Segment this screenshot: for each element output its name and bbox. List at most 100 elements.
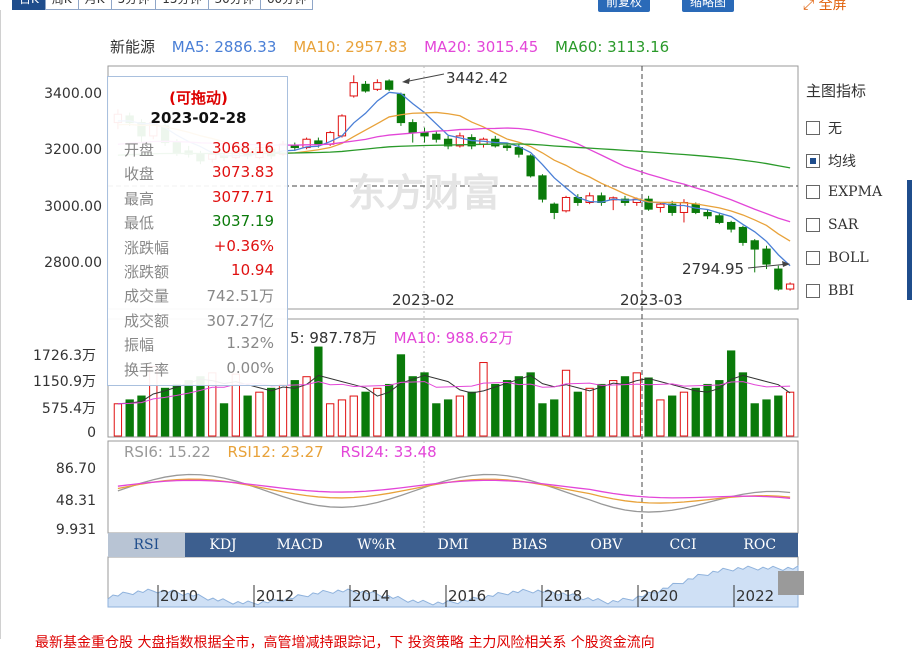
indicator-tab-obv[interactable]: OBV xyxy=(568,533,645,557)
volume-bar xyxy=(443,399,453,437)
volume-bar xyxy=(455,395,465,437)
rsi-tick-mid: 48.31 xyxy=(55,493,96,509)
candle-body xyxy=(785,283,795,290)
indicator-option-4[interactable]: BOLL xyxy=(806,250,869,266)
volume-legend: 5: 987.78万 MA10: 988.62万 xyxy=(290,327,513,348)
indicator-tab-dmi[interactable]: DMI xyxy=(415,533,492,557)
indicator-tab-rsi[interactable]: RSI xyxy=(108,533,185,557)
volume-bar xyxy=(585,387,594,437)
indicator-option-2[interactable]: EXPMA xyxy=(806,184,882,200)
candle-body xyxy=(550,203,559,213)
indicator-option-5[interactable]: BBI xyxy=(806,283,854,299)
tooltip-key: 收盘 xyxy=(124,165,155,184)
indicator-tab-kdj[interactable]: KDJ xyxy=(185,533,262,557)
rsi-tick-low: 9.931 xyxy=(55,522,96,538)
vol-tick-1: 1726.3万 xyxy=(33,348,96,364)
volume-bar xyxy=(726,350,736,437)
candle-body xyxy=(526,155,535,177)
indicator-tab-bias[interactable]: BIAS xyxy=(491,533,568,557)
volume-bar xyxy=(679,391,689,437)
volume-bar xyxy=(432,403,441,437)
tooltip-value: 307.27亿 xyxy=(206,311,275,330)
rsi-tick-high: 86.70 xyxy=(55,461,96,477)
volume-bar xyxy=(125,399,134,437)
low-arrow xyxy=(747,263,789,269)
checkbox-icon xyxy=(806,251,820,265)
navigator-year: 2012 xyxy=(256,587,295,605)
volume-bar xyxy=(243,395,252,437)
volume-bar xyxy=(785,391,795,437)
indicator-option-0[interactable]: 无 xyxy=(806,118,842,138)
indicator-tab-wrr[interactable]: W%R xyxy=(338,533,415,557)
volume-bar xyxy=(172,383,182,437)
volume-bar xyxy=(762,399,771,437)
tooltip-key: 成交额 xyxy=(124,311,170,330)
candle-body xyxy=(361,83,370,92)
indicator-tab-macd[interactable]: MACD xyxy=(261,533,338,557)
candle-body xyxy=(715,215,724,223)
vol-tick-0: 0 xyxy=(87,425,96,441)
volume-bar xyxy=(278,383,288,437)
volume-bar xyxy=(597,383,606,437)
high-arrow-head xyxy=(402,78,410,84)
navigator-year: 2020 xyxy=(640,587,679,605)
volume-bar xyxy=(644,377,653,437)
volume-bar xyxy=(502,380,512,437)
indicator-tab-roc[interactable]: ROC xyxy=(721,533,798,557)
volume-bar xyxy=(337,399,347,437)
tooltip-title: (可拖动) xyxy=(169,89,228,107)
volume-bar xyxy=(526,372,535,437)
navigator-handle[interactable] xyxy=(778,571,804,595)
tooltip-value: 742.51万 xyxy=(206,287,275,306)
candle-body xyxy=(384,80,394,90)
volume-bar xyxy=(774,395,783,437)
checkbox-icon xyxy=(806,154,820,168)
price-tooltip[interactable]: (可拖动) 2023-02-28 开盘 3068.16 收盘 3073.83 最高 307… xyxy=(107,76,288,386)
volume-bar xyxy=(538,403,547,437)
volume-bar xyxy=(691,387,700,437)
candle-body xyxy=(432,133,441,140)
vol-tick-2: 1150.9万 xyxy=(33,374,96,390)
volume-bar xyxy=(632,372,641,437)
indicator-option-label: 无 xyxy=(828,121,842,137)
candle-body xyxy=(774,268,783,290)
tooltip-key: 换手率 xyxy=(124,360,170,379)
tooltip-date: 2023-02-28 xyxy=(150,109,247,127)
tooltip-value: 0.00% xyxy=(226,358,274,377)
candle-body xyxy=(408,122,417,134)
candle-body xyxy=(290,145,299,149)
volume-bar xyxy=(267,387,276,437)
low-annotation: 2794.95 xyxy=(682,260,744,278)
candle-body xyxy=(656,203,665,208)
candle-body xyxy=(373,82,382,90)
candle-body xyxy=(726,221,736,230)
vol-ma10-label: MA10: 988.62万 xyxy=(393,329,514,347)
volume-bar xyxy=(491,383,500,437)
volume-bar xyxy=(609,380,618,437)
candle-body xyxy=(502,145,512,149)
indicator-option-3[interactable]: SAR xyxy=(806,217,858,233)
date-tick-mar: 2023-03 xyxy=(620,291,683,309)
volume-bar xyxy=(750,403,759,437)
rsi6-label: RSI6: 15.22 xyxy=(124,443,211,461)
tooltip-value: 1.32% xyxy=(226,334,274,353)
tooltip-value: 10.94 xyxy=(231,261,274,279)
candle-body xyxy=(314,140,323,145)
indicator-tab-cci[interactable]: CCI xyxy=(645,533,722,557)
volume-bar xyxy=(479,362,488,437)
checkbox-icon xyxy=(806,121,820,135)
bottom-links[interactable]: 最新基金重仓股 大盘指数根据全市，高管增减持跟踪记，下 投资策略 主力风险相关系… xyxy=(35,632,655,652)
volume-bar xyxy=(514,376,524,437)
indicator-option-1[interactable]: 均线 xyxy=(806,151,856,171)
indicator-option-label: EXPMA xyxy=(828,184,883,200)
navigator-year: 2010 xyxy=(160,587,199,605)
tooltip-value: 3077.71 xyxy=(211,187,274,206)
tooltip-key: 最低 xyxy=(124,214,155,233)
rsi12-label: RSI12: 23.27 xyxy=(227,443,324,461)
indicator-tabs: RSI KDJ MACD W%R DMI BIAS OBV CCI ROC xyxy=(108,533,798,557)
volume-bar xyxy=(326,403,335,437)
volume-bar xyxy=(573,391,582,437)
tooltip-key: 涨跌幅 xyxy=(124,238,170,257)
candle-body xyxy=(420,132,429,137)
candle-body xyxy=(703,211,712,217)
